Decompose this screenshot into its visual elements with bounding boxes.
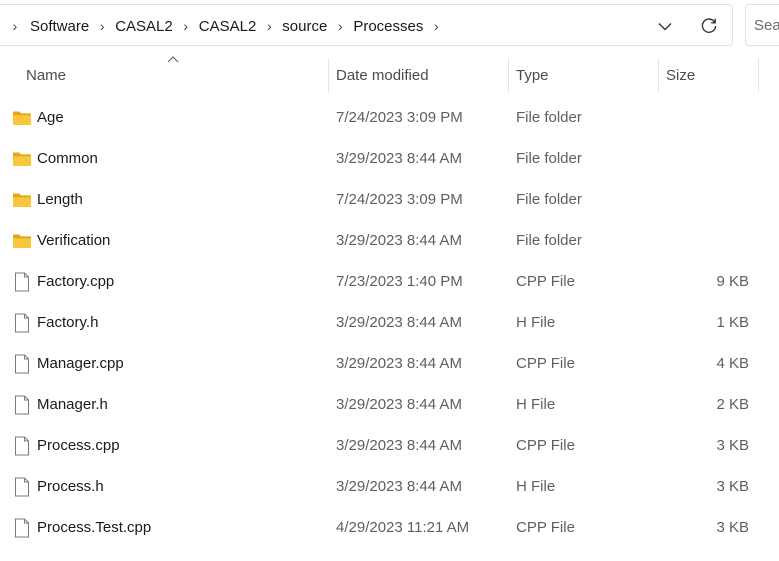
file-name: Length [37, 191, 83, 208]
file-size: 9 KB [716, 273, 749, 290]
breadcrumb-casal2-sub[interactable]: CASAL2 [196, 18, 260, 35]
file-size: 3 KB [716, 437, 749, 454]
file-row[interactable]: Factory.h 3/29/2023 8:44 AM H File 1 KB [0, 302, 779, 343]
file-name: Common [37, 150, 98, 167]
file-name: Factory.cpp [37, 273, 115, 290]
chevron-right-icon[interactable]: › [3, 18, 27, 34]
chevron-right-icon[interactable]: › [259, 18, 279, 34]
folder-icon [12, 97, 32, 138]
file-icon [12, 261, 32, 302]
file-icon [12, 302, 32, 343]
file-row[interactable]: Process.Test.cpp 4/29/2023 11:21 AM CPP Fi… [0, 507, 779, 548]
file-name: Process.h [37, 478, 104, 495]
file-row[interactable]: Manager.h 3/29/2023 8:44 AM H File 2 KB [0, 384, 779, 425]
file-date-modified: 3/29/2023 8:44 AM [336, 150, 462, 167]
file-row[interactable]: Age 7/24/2023 3:09 PM File folder [0, 97, 779, 138]
file-date-modified: 3/29/2023 8:44 AM [336, 314, 462, 331]
navigation-bar: ) › Software › CASAL2 › CASAL2 › source … [0, 0, 779, 52]
column-divider[interactable] [658, 58, 659, 92]
folder-icon [12, 179, 32, 220]
search-input[interactable] [745, 4, 779, 46]
file-row[interactable]: Factory.cpp 7/23/2023 1:40 PM CPP File 9 KB [0, 261, 779, 302]
column-divider[interactable] [508, 58, 509, 92]
column-header-size-label: Size [666, 66, 696, 84]
file-date-modified: 7/23/2023 1:40 PM [336, 273, 463, 290]
file-date-modified: 3/29/2023 8:44 AM [336, 478, 462, 495]
chevron-right-icon[interactable]: › [426, 18, 446, 34]
file-row[interactable]: Manager.cpp 3/29/2023 8:44 AM CPP File 4 KB [0, 343, 779, 384]
file-name: Process.cpp [37, 437, 120, 454]
file-name: Age [37, 109, 64, 126]
file-date-modified: 4/29/2023 11:21 AM [336, 519, 470, 536]
file-row[interactable]: Process.cpp 3/29/2023 8:44 AM CPP File 3 KB [0, 425, 779, 466]
column-header-name-label: Name [26, 66, 67, 84]
file-name: Verification [37, 232, 111, 249]
file-size [660, 138, 749, 179]
column-header-row: Name Date modified Type Size [0, 56, 779, 92]
file-icon [12, 466, 32, 507]
chevron-right-icon[interactable]: › [92, 18, 112, 34]
folder-icon [12, 138, 32, 179]
breadcrumb: ) › Software › CASAL2 › CASAL2 › source … [0, 5, 446, 47]
file-size: 2 KB [716, 396, 749, 413]
file-date-modified: 3/29/2023 8:44 AM [336, 355, 462, 372]
file-type: File folder [516, 191, 582, 208]
file-icon [12, 425, 32, 466]
address-bar[interactable]: ) › Software › CASAL2 › CASAL2 › source … [0, 4, 733, 46]
column-header-type-label: Type [516, 66, 549, 84]
file-type: CPP File [516, 437, 575, 454]
file-type: File folder [516, 150, 582, 167]
column-divider[interactable] [758, 58, 759, 92]
chevron-down-icon [658, 22, 672, 30]
file-name: Manager.cpp [37, 355, 124, 372]
file-type: CPP File [516, 273, 575, 290]
file-name: Process.Test.cpp [37, 519, 152, 536]
column-divider[interactable] [328, 58, 329, 92]
file-icon [12, 507, 32, 548]
refresh-button[interactable] [695, 12, 723, 40]
file-size [660, 220, 749, 261]
refresh-icon [701, 18, 717, 33]
chevron-right-icon[interactable]: › [176, 18, 196, 34]
breadcrumb-software[interactable]: Software [27, 18, 92, 35]
file-row[interactable]: Process.h 3/29/2023 8:44 AM H File 3 KB [0, 466, 779, 507]
file-size: 1 KB [716, 314, 749, 331]
file-size: 3 KB [716, 478, 749, 495]
folder-icon [12, 220, 32, 261]
column-header-size[interactable]: Size [666, 58, 756, 92]
breadcrumb-processes[interactable]: Processes [350, 18, 426, 35]
breadcrumb-source[interactable]: source [279, 18, 330, 35]
file-size [660, 97, 749, 138]
chevron-right-icon[interactable]: › [330, 18, 350, 34]
file-date-modified: 7/24/2023 3:09 PM [336, 191, 463, 208]
file-size [660, 179, 749, 220]
file-date-modified: 3/29/2023 8:44 AM [336, 396, 462, 413]
file-icon [12, 384, 32, 425]
column-header-date-label: Date modified [336, 66, 429, 84]
file-size: 4 KB [716, 355, 749, 372]
file-type: File folder [516, 232, 582, 249]
file-type: File folder [516, 109, 582, 126]
column-header-date[interactable]: Date modified [336, 58, 506, 92]
file-type: H File [516, 314, 556, 331]
file-date-modified: 7/24/2023 3:09 PM [336, 109, 463, 126]
file-type: H File [516, 478, 556, 495]
file-type: CPP File [516, 519, 575, 536]
address-history-button[interactable] [651, 12, 679, 40]
file-type: H File [516, 396, 556, 413]
file-date-modified: 3/29/2023 8:44 AM [336, 232, 462, 249]
file-size: 3 KB [716, 519, 749, 536]
file-row[interactable]: Length 7/24/2023 3:09 PM File folder [0, 179, 779, 220]
breadcrumb-casal2[interactable]: CASAL2 [112, 18, 176, 35]
file-type: CPP File [516, 355, 575, 372]
file-date-modified: 3/29/2023 8:44 AM [336, 437, 462, 454]
column-header-type[interactable]: Type [516, 58, 656, 92]
sort-ascending-icon [167, 56, 179, 63]
file-row[interactable]: Verification 3/29/2023 8:44 AM File folder [0, 220, 779, 261]
file-name: Manager.h [37, 396, 108, 413]
file-icon [12, 343, 32, 384]
file-row[interactable]: Common 3/29/2023 8:44 AM File folder [0, 138, 779, 179]
file-name: Factory.h [37, 314, 99, 331]
